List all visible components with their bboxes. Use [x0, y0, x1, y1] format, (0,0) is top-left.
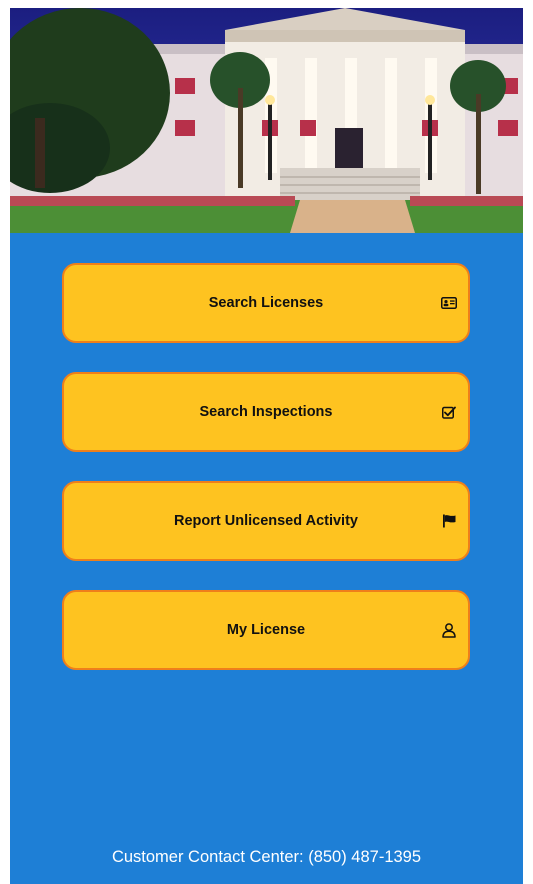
app-screen: Search Licenses Search Inspections Repor… — [10, 8, 523, 884]
customer-contact-text: Customer Contact Center: (850) 487-1395 — [111, 848, 422, 866]
user-icon — [440, 622, 458, 638]
search-licenses-label: Search Licenses — [208, 295, 324, 311]
report-unlicensed-activity-button[interactable]: Report Unlicensed Activity — [62, 481, 470, 561]
checkbox-check-icon — [440, 404, 458, 420]
my-license-button[interactable]: My License — [62, 590, 470, 670]
search-inspections-button[interactable]: Search Inspections — [62, 372, 470, 452]
my-license-label: My License — [226, 622, 306, 638]
hero-image — [10, 8, 523, 233]
id-card-icon — [440, 295, 458, 311]
search-inspections-label: Search Inspections — [199, 404, 333, 420]
search-licenses-button[interactable]: Search Licenses — [62, 263, 470, 343]
report-unlicensed-activity-label: Report Unlicensed Activity — [174, 513, 358, 529]
flag-icon — [440, 513, 458, 529]
